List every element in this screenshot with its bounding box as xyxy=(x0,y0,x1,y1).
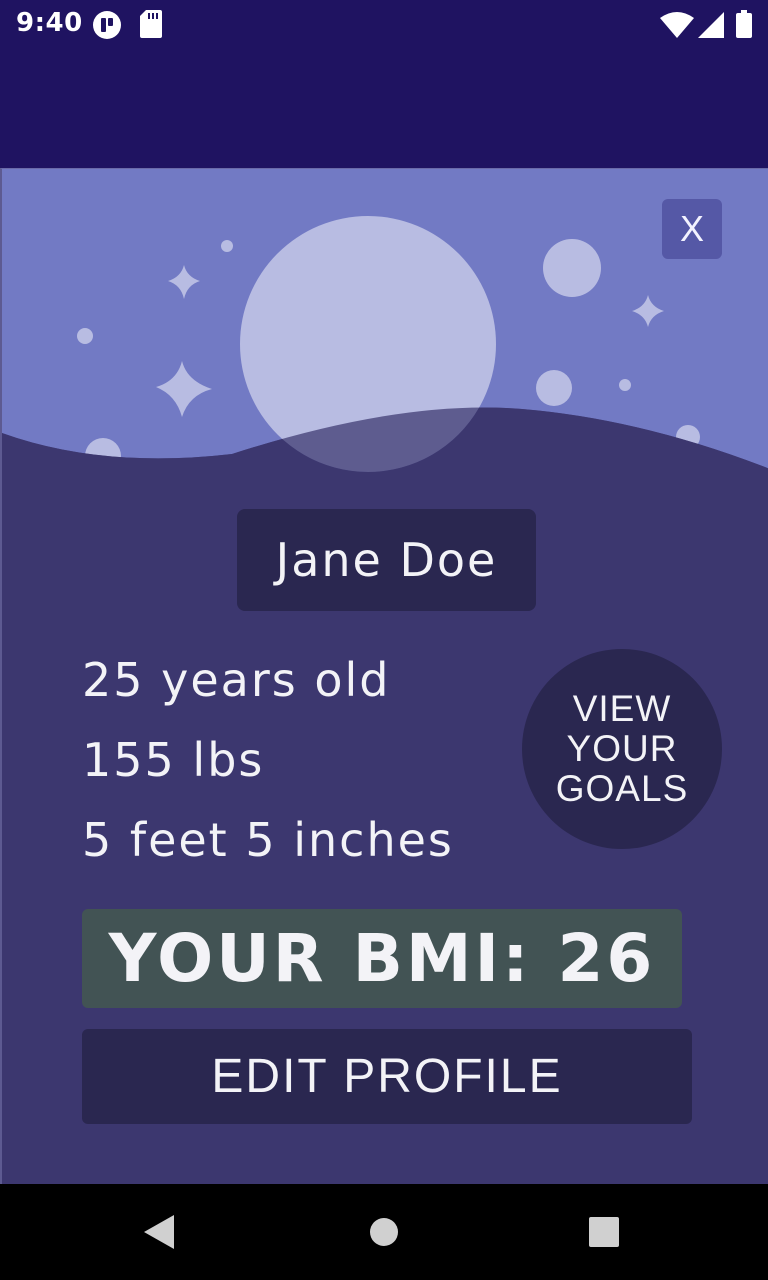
goals-line-2: YOUR xyxy=(566,728,678,769)
weight-text: 155 lbs xyxy=(82,733,265,787)
height-text: 5 feet 5 inches xyxy=(82,813,454,867)
age-text: 25 years old xyxy=(82,653,391,707)
home-icon xyxy=(370,1218,398,1246)
recents-button[interactable] xyxy=(544,1184,664,1280)
battery-icon xyxy=(736,10,752,38)
profile-card: X Jane Doe 25 years old 155 lbs 5 feet 5… xyxy=(0,168,768,1184)
profile-name: Jane Doe xyxy=(237,509,536,611)
wifi-icon xyxy=(660,12,694,38)
close-button[interactable]: X xyxy=(662,199,722,259)
hero-illustration xyxy=(2,169,768,509)
view-goals-button[interactable]: VIEW YOUR GOALS xyxy=(522,649,722,849)
back-button[interactable] xyxy=(100,1184,220,1280)
system-nav-bar xyxy=(0,1184,768,1280)
goals-line-1: VIEW xyxy=(572,688,672,729)
sd-card-icon xyxy=(140,10,162,38)
home-button[interactable] xyxy=(324,1184,444,1280)
back-icon xyxy=(144,1215,174,1249)
status-bar: 9:40 xyxy=(0,0,768,48)
bmi-display: YOUR BMI: 26 xyxy=(82,909,682,1008)
goals-line-3: GOALS xyxy=(555,768,689,809)
app-notification-icon xyxy=(92,10,122,40)
cell-signal-icon xyxy=(698,12,724,38)
status-time: 9:40 xyxy=(16,8,83,38)
recents-icon xyxy=(589,1217,619,1247)
app-bar xyxy=(0,48,768,168)
edit-profile-button[interactable]: EDIT PROFILE xyxy=(82,1029,692,1124)
